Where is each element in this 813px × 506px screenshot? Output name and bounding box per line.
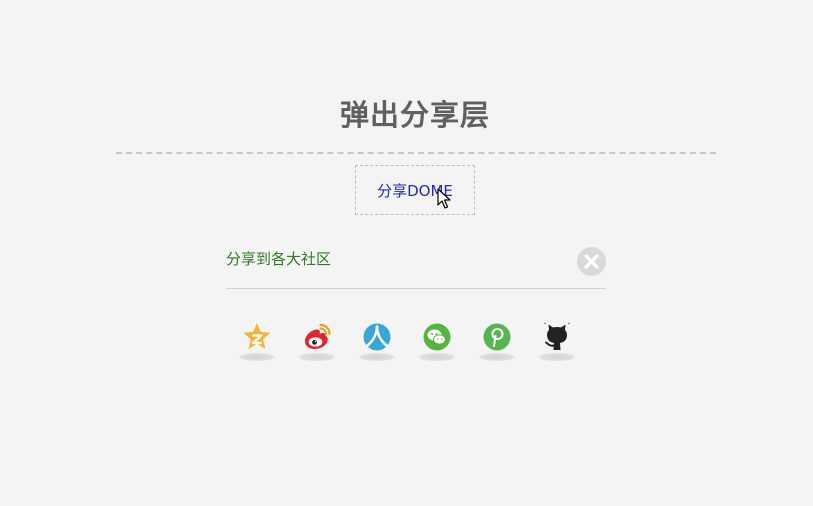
weibo-icon	[305, 323, 331, 349]
dashed-divider	[116, 152, 716, 154]
share-weibo[interactable]	[297, 322, 337, 364]
share-github[interactable]	[537, 322, 577, 364]
share-wandoujia[interactable]	[477, 322, 517, 364]
wandoujia-icon	[483, 323, 511, 351]
close-icon	[584, 254, 599, 269]
icon-shadow	[239, 353, 275, 361]
share-demo-button[interactable]: 分享DOME	[355, 165, 475, 215]
icon-shadow	[419, 353, 455, 361]
renren-icon	[363, 323, 391, 351]
icon-shadow	[299, 353, 335, 361]
github-icon	[544, 322, 570, 350]
icon-shadow	[539, 353, 575, 361]
page-title: 弹出分享层	[339, 98, 490, 132]
share-qzone[interactable]	[237, 322, 277, 364]
close-button[interactable]	[577, 247, 606, 276]
share-renren[interactable]	[357, 322, 397, 364]
mouse-cursor-icon	[437, 188, 451, 209]
share-wechat[interactable]	[417, 322, 457, 364]
share-panel-title: 分享到各大社区	[226, 250, 332, 268]
share-panel: 分享到各大社区	[226, 240, 606, 289]
page: 弹出分享层 分享DOME 分享到各大社区	[0, 0, 813, 506]
qzone-icon	[243, 323, 271, 349]
share-target-list	[237, 322, 597, 364]
wechat-icon	[423, 323, 451, 351]
icon-shadow	[479, 353, 515, 361]
icon-shadow	[359, 353, 395, 361]
